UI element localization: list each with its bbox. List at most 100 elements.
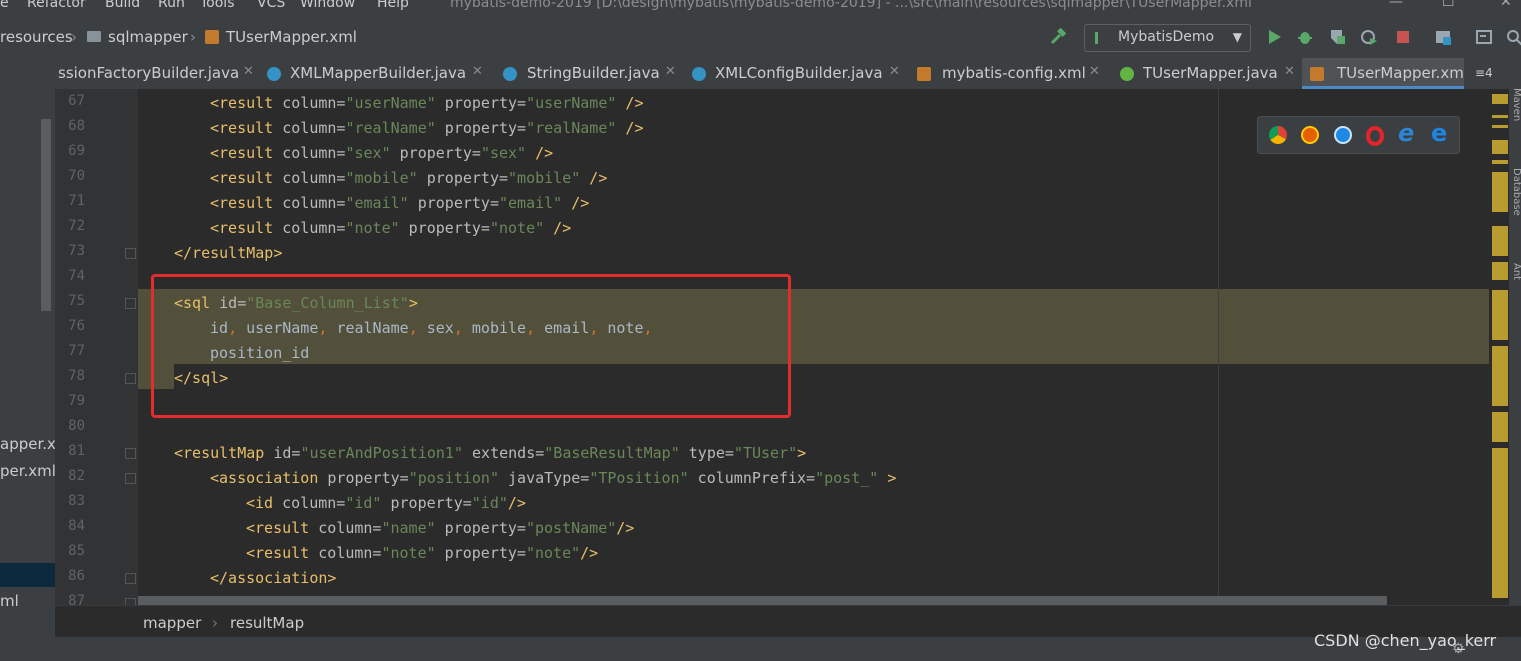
close-tab-icon[interactable]: ✕ (889, 64, 900, 79)
terminal-icon[interactable] (1475, 28, 1493, 46)
breadcrumb-sqlmapper[interactable]: sqlmapper (108, 28, 188, 46)
xml-file-icon (1310, 67, 1324, 81)
scroll-marker[interactable] (1492, 125, 1508, 128)
scroll-marker[interactable] (1492, 140, 1508, 154)
code-line-83: <id column="id" property="id"/> (246, 494, 526, 512)
project-item[interactable]: apper.x (0, 435, 56, 453)
run-config-icon (1095, 32, 1108, 44)
breadcrumb-file[interactable]: TUserMapper.xml (226, 28, 357, 46)
fold-marker-icon[interactable] (125, 248, 136, 259)
scroll-marker[interactable] (1492, 226, 1508, 256)
menu-item-vcs[interactable]: VCS (257, 0, 285, 11)
profiler-icon[interactable] (1360, 28, 1378, 46)
tab-overflow-button[interactable]: ≡4 (1475, 66, 1493, 80)
coverage-icon[interactable] (1328, 28, 1346, 46)
minimize-icon[interactable]: — (1389, 0, 1403, 10)
code-line-72: <result column="note" property="note" /> (210, 219, 572, 237)
edge-icon[interactable]: e (1431, 119, 1447, 147)
search-icon[interactable] (1505, 28, 1521, 46)
line-number: 75 (68, 293, 85, 309)
chrome-icon[interactable] (1269, 126, 1287, 144)
menu-item-window[interactable]: Window (300, 0, 355, 11)
scroll-marker[interactable] (1492, 412, 1508, 442)
run-configuration-label: MybatisDemo (1118, 29, 1215, 45)
project-item[interactable]: per.xml (0, 462, 56, 480)
close-tab-icon[interactable]: ✕ (1089, 64, 1100, 79)
horizontal-scrollbar[interactable] (138, 596, 1387, 605)
tab-xmlmapperbuilder[interactable]: XMLMapperBuilder.java ✕ (262, 58, 494, 89)
java-class-icon (692, 67, 706, 81)
line-number-gutter: 67 68 69 70 71 72 73 74 75 76 77 78 79 80 81 82 83 84 85 86… (55, 89, 138, 637)
code-line-73: </resultMap> (174, 244, 283, 262)
close-tab-icon[interactable]: ✕ (472, 64, 483, 79)
tab-label: TUserMapper.java (1143, 64, 1278, 82)
line-number: 77 (68, 343, 85, 359)
line-number: 69 (68, 143, 85, 159)
navigation-bar: resources › sqlmapper › TUserMapper.xml … (0, 18, 1521, 58)
scroll-marker[interactable] (1492, 115, 1508, 118)
tab-tusermapper-java[interactable]: TUserMapper.java ✕ (1113, 58, 1301, 89)
chevron-right-icon: › (71, 28, 77, 46)
menu-item-refactor[interactable]: Refactor (27, 0, 86, 11)
breadcrumb-resultmap[interactable]: resultMap (230, 614, 304, 632)
run-configuration-select[interactable]: MybatisDemo ▼ (1084, 24, 1251, 52)
menu-item-help[interactable]: Help (377, 0, 409, 11)
java-class-icon (503, 67, 517, 81)
opera-icon[interactable] (1366, 126, 1384, 146)
ant-tool-button[interactable]: Ant (1511, 263, 1521, 280)
fold-marker-icon[interactable] (125, 473, 136, 484)
scroll-marker[interactable] (1492, 172, 1508, 212)
tab-label: TUserMapper.xm (1337, 64, 1464, 82)
menu-item-edit[interactable]: e (0, 0, 9, 11)
fold-marker-icon[interactable] (125, 573, 136, 584)
scroll-marker[interactable] (1492, 448, 1508, 598)
project-panel: apper.x per.xml ml (0, 89, 56, 637)
debug-icon[interactable] (1296, 28, 1314, 46)
scroll-marker[interactable] (1492, 262, 1508, 280)
scroll-marker[interactable] (1492, 160, 1508, 164)
breadcrumb-resources[interactable]: resources (0, 28, 73, 46)
menu-item-tools[interactable]: Tools (200, 0, 235, 11)
project-scrollbar[interactable] (41, 119, 51, 311)
line-number: 83 (68, 493, 85, 509)
firefox-icon[interactable] (1301, 126, 1319, 144)
safari-icon[interactable] (1334, 126, 1352, 144)
build-hammer-icon[interactable] (1049, 28, 1067, 46)
tab-xmlconfigbuilder[interactable]: XMLConfigBuilder.java ✕ (686, 58, 908, 89)
database-tool-button[interactable]: Database (1511, 168, 1521, 216)
menu-item-build[interactable]: Build (105, 0, 140, 11)
fold-marker-icon[interactable] (125, 298, 136, 309)
internet-explorer-icon[interactable]: e (1398, 119, 1414, 147)
project-item-selected[interactable] (0, 563, 55, 587)
line-number: 82 (68, 468, 85, 484)
tab-tusermapper-xml[interactable]: TUserMapper.xm (1302, 58, 1464, 89)
scroll-marker[interactable] (1492, 290, 1508, 340)
project-structure-icon[interactable] (1434, 28, 1452, 46)
line-number: 72 (68, 218, 85, 234)
scroll-marker[interactable] (1492, 94, 1508, 104)
scroll-marker[interactable] (1492, 346, 1508, 406)
tab-sessionfactorybuilder[interactable]: ssionFactoryBuilder.java ✕ (55, 58, 261, 89)
breadcrumb-mapper[interactable]: mapper (143, 614, 201, 632)
run-icon[interactable] (1265, 28, 1283, 46)
tab-mybatis-config[interactable]: mybatis-config.xml ✕ (912, 58, 1112, 89)
line-number: 73 (68, 243, 85, 259)
close-tab-icon[interactable]: ✕ (665, 64, 676, 79)
tab-label: StringBuilder.java (527, 64, 660, 82)
line-number: 81 (68, 443, 85, 459)
java-interface-icon (1120, 67, 1134, 81)
xml-file-icon (917, 67, 931, 81)
tab-stringbuilder[interactable]: StringBuilder.java ✕ (495, 58, 685, 89)
stop-icon[interactable] (1394, 28, 1412, 46)
fold-marker-icon[interactable] (125, 373, 136, 384)
fold-marker-icon[interactable] (125, 448, 136, 459)
maven-tool-button[interactable]: Maven (1511, 88, 1521, 121)
project-item[interactable]: ml (0, 592, 19, 610)
code-line-81: <resultMap id="userAndPosition1" extends… (174, 444, 807, 462)
maximize-icon[interactable]: ☐ (1442, 0, 1455, 10)
menu-item-run[interactable]: Run (158, 0, 185, 11)
close-window-icon[interactable]: ✕ (1500, 0, 1512, 10)
close-tab-icon[interactable]: ✕ (1284, 64, 1295, 79)
code-line-71: <result column="email" property="email" … (210, 194, 590, 212)
close-tab-icon[interactable]: ✕ (243, 64, 254, 79)
